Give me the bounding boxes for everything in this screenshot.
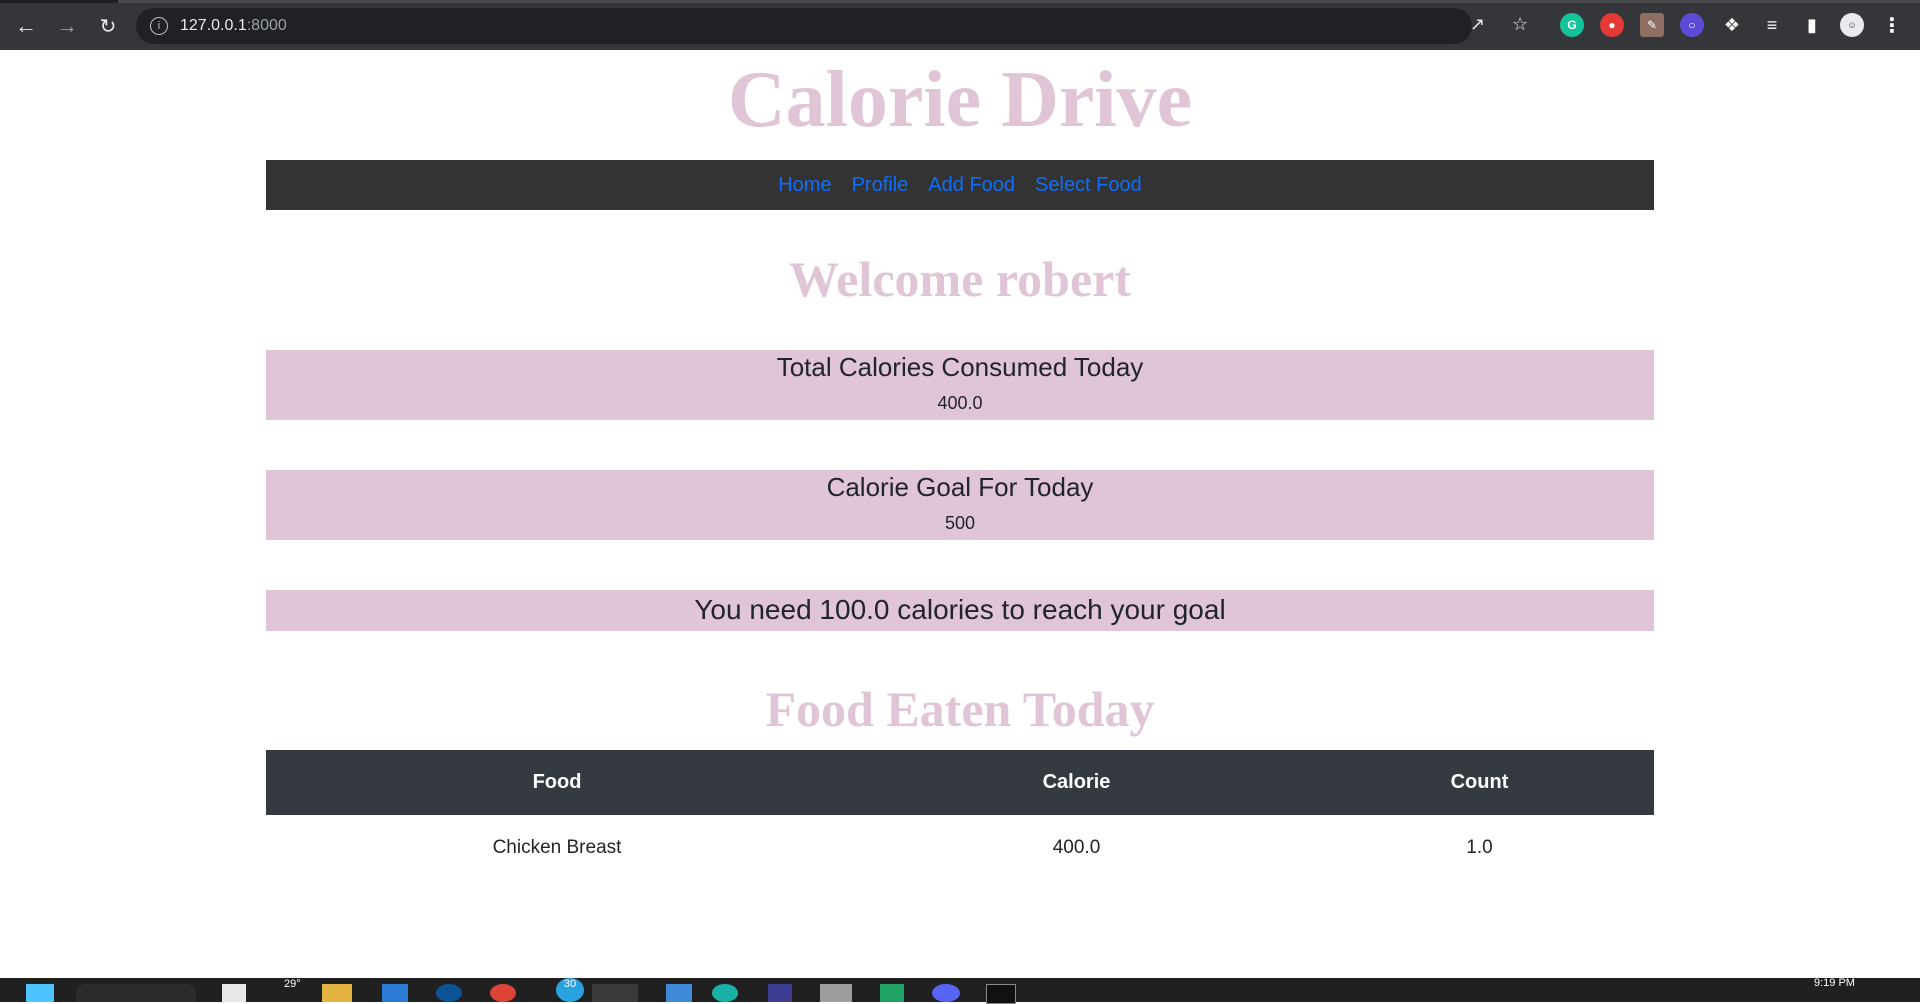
- nav-add-food-link[interactable]: Add Food: [928, 174, 1015, 197]
- share-icon[interactable]: ↗: [1470, 14, 1485, 35]
- calorie-goal-card: Calorie Goal For Today 500: [266, 470, 1654, 540]
- start-icon[interactable]: [26, 984, 54, 1002]
- column-header-calorie: Calorie: [848, 750, 1305, 815]
- url-text: 127.0.0.1:8000: [180, 17, 287, 34]
- welcome-heading: Welcome robert: [789, 251, 1131, 307]
- column-header-food: Food: [266, 750, 848, 815]
- app-icon-red[interactable]: [490, 984, 516, 1002]
- side-panel-icon[interactable]: ▮: [1800, 13, 1824, 37]
- app-icon-black[interactable]: [986, 984, 1016, 1004]
- remaining-calories-message: You need 100.0 calories to reach your go…: [694, 594, 1226, 625]
- extension-red-icon[interactable]: ●: [1600, 13, 1624, 37]
- weather-widget[interactable]: 29°: [284, 978, 301, 996]
- food-table: Food Calorie Count Chicken Breast 400.0 …: [266, 750, 1654, 881]
- task-view-icon[interactable]: [222, 984, 246, 1002]
- app-icon-dark[interactable]: [768, 984, 792, 1002]
- remaining-calories-card: You need 100.0 calories to reach your go…: [266, 590, 1654, 631]
- site-title: Calorie Drive: [727, 56, 1193, 144]
- excel-icon[interactable]: [880, 984, 904, 1002]
- reload-icon[interactable]: ↻: [94, 12, 122, 40]
- table-header-row: Food Calorie Count: [266, 750, 1654, 815]
- extensions-puzzle-icon[interactable]: ❖: [1720, 13, 1744, 37]
- food-eaten-heading: Food Eaten Today: [765, 681, 1155, 737]
- grammarly-icon[interactable]: G: [1560, 13, 1584, 37]
- total-calories-value: 400.0: [937, 393, 983, 413]
- address-bar[interactable]: i 127.0.0.1:8000: [136, 8, 1472, 44]
- calorie-goal-value: 500: [944, 513, 976, 533]
- outlook-icon[interactable]: [382, 984, 408, 1002]
- table-row: Chicken Breast 400.0 1.0: [266, 815, 1654, 881]
- windows-taskbar: 29° 30 9:19 PM: [0, 977, 1920, 1004]
- profile-avatar[interactable]: ☺: [1840, 13, 1864, 37]
- search-box[interactable]: [76, 984, 196, 1002]
- chrome-active-icon[interactable]: [592, 984, 638, 1002]
- nav-home-link[interactable]: Home: [778, 174, 831, 197]
- file-explorer-icon[interactable]: [322, 984, 352, 1002]
- site-info-icon[interactable]: i: [150, 17, 168, 35]
- nav-select-food-link[interactable]: Select Food: [1035, 174, 1142, 197]
- calorie-goal-title: Calorie Goal For Today: [826, 472, 1094, 502]
- browser-toolbar: ← → ↻ i 127.0.0.1:8000 ↗ ☆ G ● ✎ ○ ❖ ≡ ▮…: [0, 0, 1920, 50]
- food-calorie-cell: 400.0: [1052, 837, 1101, 858]
- total-calories-card: Total Calories Consumed Today 400.0: [266, 350, 1654, 420]
- extension-purple-icon[interactable]: ○: [1680, 13, 1704, 37]
- back-icon[interactable]: ←: [12, 12, 40, 40]
- app-icon-edge[interactable]: [666, 984, 692, 1002]
- menu-dots-icon[interactable]: ⋮: [1880, 13, 1904, 37]
- food-name-cell: Chicken Breast: [492, 837, 622, 858]
- nav-profile-link[interactable]: Profile: [852, 174, 909, 197]
- main-nav: Home Profile Add Food Select Food: [266, 160, 1654, 210]
- tab-strip-edge: [118, 0, 1920, 3]
- app-icon-grey[interactable]: [820, 984, 852, 1002]
- notification-badge[interactable]: 30: [556, 978, 584, 1002]
- bookmark-star-icon[interactable]: ☆: [1512, 14, 1528, 35]
- column-header-count: Count: [1305, 750, 1654, 815]
- food-count-cell: 1.0: [1466, 837, 1493, 858]
- app-icon-blue[interactable]: [436, 984, 462, 1002]
- page-content: Calorie Drive Home Profile Add Food Sele…: [0, 50, 1920, 978]
- total-calories-title: Total Calories Consumed Today: [776, 352, 1144, 382]
- extension-note-icon[interactable]: ✎: [1640, 13, 1664, 37]
- discord-icon[interactable]: [932, 984, 960, 1002]
- clock-time[interactable]: 9:19 PM: [1814, 977, 1855, 995]
- app-icon-teal[interactable]: [712, 984, 738, 1002]
- forward-icon[interactable]: →: [53, 12, 81, 40]
- media-queue-icon[interactable]: ≡: [1760, 13, 1784, 37]
